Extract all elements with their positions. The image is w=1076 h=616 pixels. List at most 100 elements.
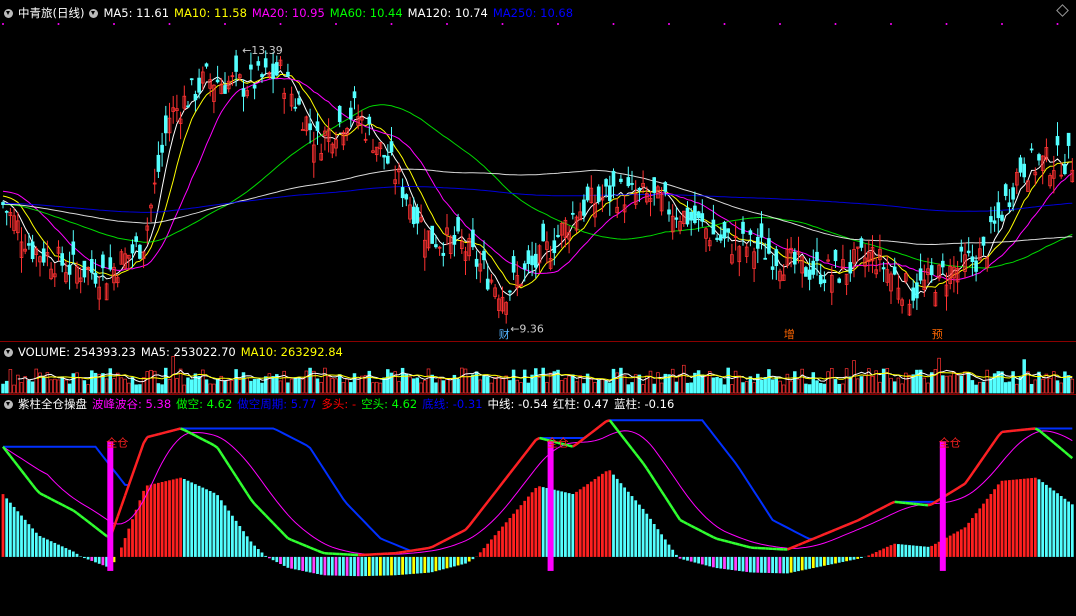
wave-line-segment (531, 439, 537, 446)
kline-chart[interactable]: ←13.39 ←9.36财 增 预全仓 全仓 全仓 (0, 0, 1076, 616)
volume-bar (896, 377, 901, 394)
ma5-line (2, 69, 1073, 297)
candle-body (249, 64, 253, 70)
wave-line-segment (202, 438, 208, 443)
histogram-bar (601, 473, 604, 557)
histogram-bar (671, 549, 675, 557)
volume-bar (700, 374, 705, 394)
histogram-bar (312, 556, 316, 574)
wave-line-segment (927, 503, 933, 507)
histogram-bar (1015, 479, 1019, 557)
wave-line-segment (268, 518, 274, 524)
candle-body (30, 241, 35, 260)
histogram-bar (604, 471, 608, 557)
histogram-bar (571, 493, 575, 557)
histogram-bar (360, 556, 364, 577)
dropdown-icon[interactable] (4, 9, 13, 18)
volume-bar (641, 384, 645, 394)
volume-bar (892, 381, 897, 394)
wave-line-segment (431, 543, 437, 549)
histogram-bar (427, 556, 430, 573)
candle-body (715, 237, 719, 240)
candle-body (415, 207, 420, 224)
histogram-bar (815, 556, 819, 568)
candle-body (263, 58, 268, 68)
candle-body (130, 244, 135, 254)
candle-body (1063, 163, 1067, 175)
volume-header: VOLUME: 254393.23 MA5: 253022.70 MA10: 263… (4, 344, 353, 360)
wave-line-segment (187, 430, 193, 435)
histogram-bar (797, 556, 800, 572)
volume-bar (204, 379, 209, 394)
volume-bar (53, 378, 57, 394)
wave-line-segment (313, 547, 318, 552)
histogram-bar (656, 529, 660, 557)
histogram-bar (615, 478, 619, 557)
main-header-item: MA60: 10.44 (329, 6, 403, 20)
candle-body (404, 194, 409, 200)
volume-bar (822, 383, 827, 394)
candle-body (485, 278, 490, 290)
wave-line-segment (849, 520, 855, 525)
wave-line-segment (1067, 454, 1074, 460)
candle-body (456, 217, 460, 232)
histogram-bar (71, 551, 75, 557)
wave-line-segment (150, 433, 156, 438)
wave-line-segment (997, 431, 1003, 437)
volume-bar (30, 381, 35, 394)
histogram-bar (830, 556, 834, 565)
histogram-bar (841, 556, 845, 562)
candle-body (1018, 157, 1023, 173)
dropdown-icon[interactable] (4, 348, 13, 357)
wave-line-segment (886, 502, 892, 507)
histogram-bar (238, 526, 242, 557)
wave-line-segment (475, 510, 482, 517)
volume-bar (252, 379, 257, 394)
candle-body (138, 244, 142, 259)
volume-bar (67, 383, 72, 394)
volume-bar (286, 382, 290, 394)
volume-bar (189, 379, 194, 394)
volume-bar (234, 369, 238, 394)
volume-bar (685, 382, 690, 394)
histogram-bar (948, 535, 952, 557)
candle-body (770, 266, 775, 270)
volume-bar (541, 367, 545, 394)
volume-bar (589, 378, 594, 394)
histogram-bar (915, 545, 919, 557)
candle-body (215, 79, 220, 83)
candle-body (60, 253, 64, 266)
volume-bar (426, 368, 431, 394)
histogram-bar (649, 518, 652, 557)
histogram-bar (330, 556, 334, 576)
candle-body (767, 238, 771, 254)
wave-line-segment (809, 537, 814, 542)
histogram-bar (878, 550, 882, 557)
wave-line-segment (209, 442, 215, 447)
candle-body (1007, 202, 1012, 208)
volume-bar (948, 375, 952, 394)
histogram-bar (134, 509, 138, 557)
histogram-bar (793, 556, 797, 572)
volume-bar (493, 377, 497, 394)
volume-bar (807, 384, 812, 394)
dropdown-icon[interactable] (4, 400, 13, 409)
candle-body (748, 230, 753, 235)
histogram-bar (408, 556, 412, 575)
candle-body (156, 154, 161, 172)
histogram-bar (268, 556, 271, 559)
volume-bar (804, 383, 808, 394)
wave-line-segment (612, 424, 619, 431)
volume-bar (830, 368, 834, 394)
histogram-bar (1008, 480, 1011, 557)
candle-body (315, 121, 320, 131)
histogram-bar (438, 556, 441, 571)
wave-line-segment (586, 431, 593, 437)
histogram-bar (301, 556, 305, 571)
settings-icon[interactable] (89, 9, 99, 18)
wave-line-segment (971, 467, 978, 475)
signal-dot (890, 23, 892, 25)
histogram-bar (1022, 478, 1026, 557)
wave-line-segment (457, 530, 463, 535)
wave-line-segment (417, 547, 422, 552)
